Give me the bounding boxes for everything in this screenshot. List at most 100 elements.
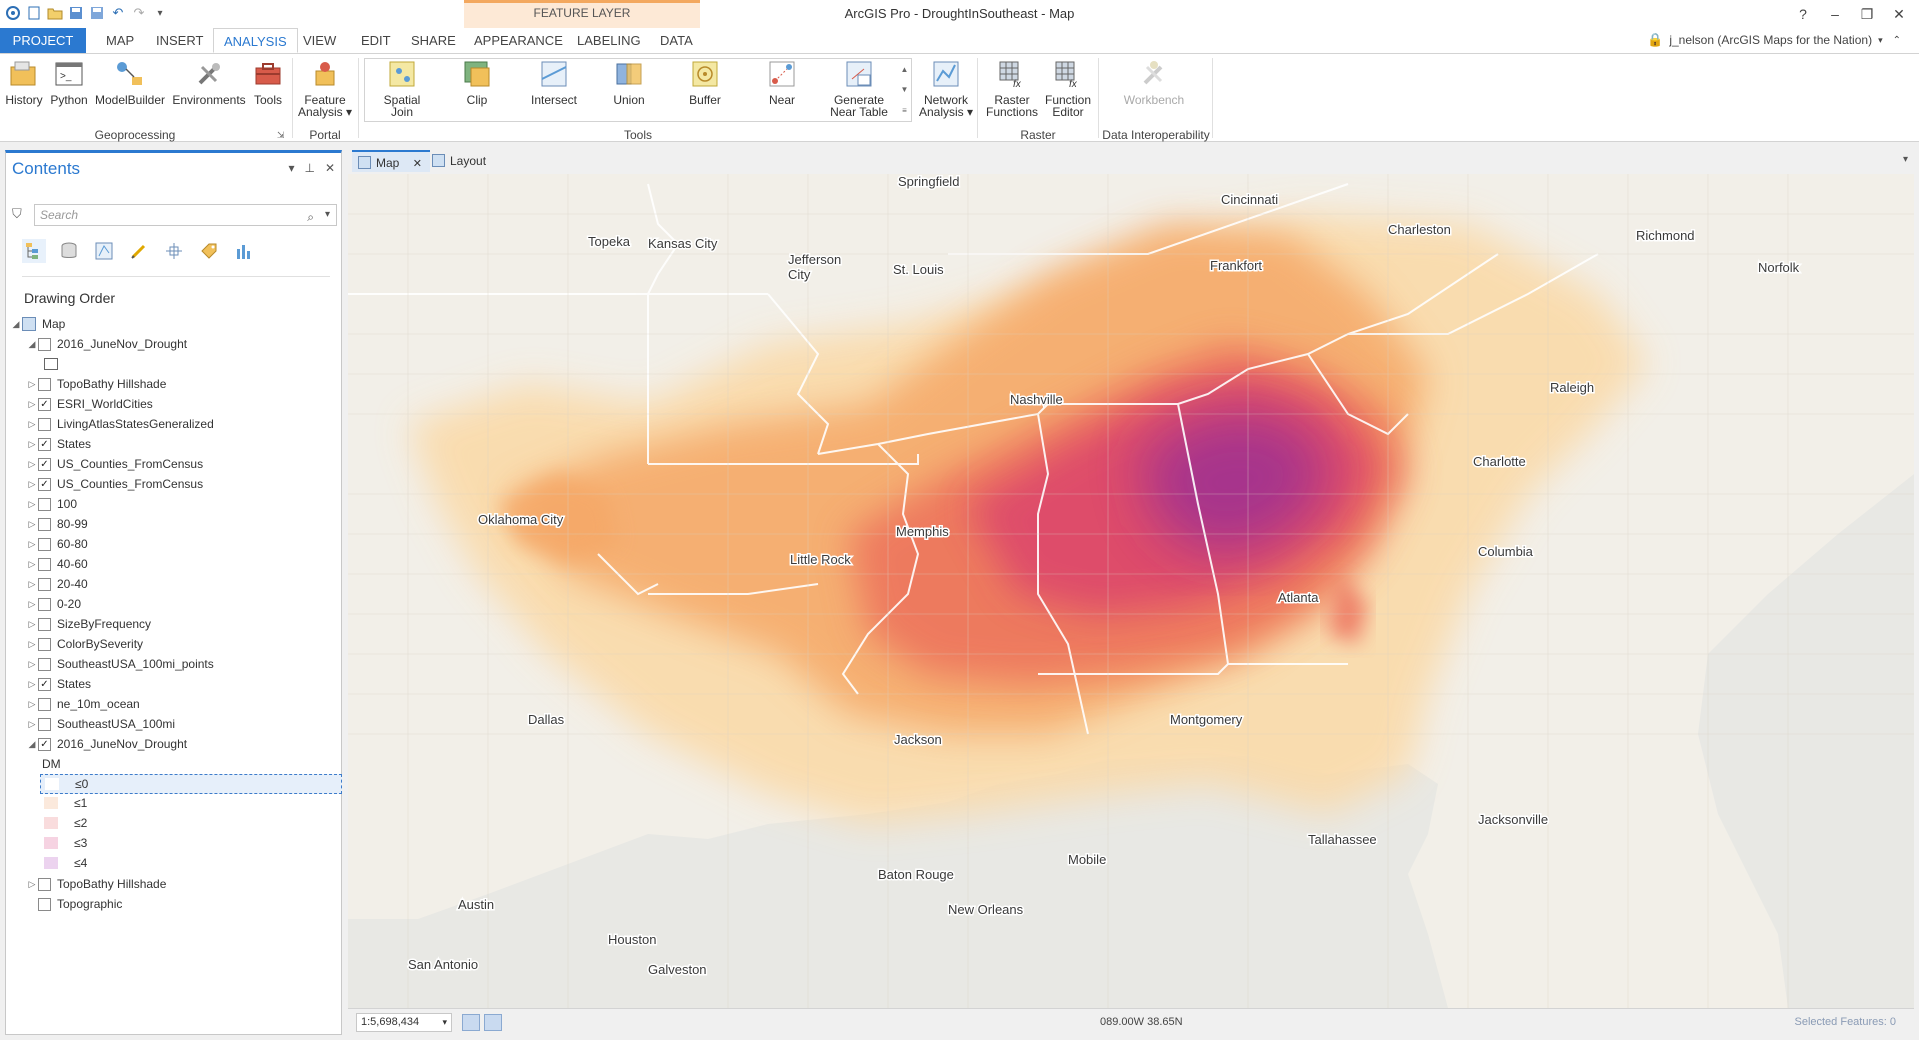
drawing-order-icon[interactable]	[22, 239, 46, 263]
feature-analysis-button[interactable]: Feature Analysis ▾	[296, 58, 354, 118]
layer-row[interactable]: ▷ 40-60	[26, 554, 88, 574]
union-button[interactable]: Union	[604, 58, 654, 106]
spatial-join-button[interactable]: Spatial Join	[374, 58, 430, 118]
city-label[interactable]: Austin	[457, 896, 496, 914]
layer-visibility-checkbox[interactable]	[38, 897, 51, 911]
selection-icon[interactable]	[92, 239, 116, 263]
layer-row[interactable]: ▷ 100	[26, 494, 78, 514]
legend-class-row[interactable]: ≤0	[40, 774, 342, 794]
expand-icon[interactable]: ▷	[26, 459, 38, 470]
city-label[interactable]: Charleston	[1387, 221, 1453, 239]
city-label[interactable]: Baton Rouge	[877, 866, 956, 884]
search-icon[interactable]: ⌕	[307, 207, 314, 227]
filter-icon[interactable]: ⛉	[12, 206, 22, 222]
layer-visibility-checkbox[interactable]	[38, 377, 51, 391]
pane-options-icon[interactable]: ▾	[288, 161, 294, 175]
layer-row[interactable]: ▷ TopoBathy Hillshade	[26, 874, 167, 894]
expand-icon[interactable]: ▷	[26, 619, 38, 630]
minimize-button[interactable]: –	[1819, 3, 1851, 25]
layer-row[interactable]: ▷ SoutheastUSA_100mi	[26, 714, 176, 734]
gallery-down-icon[interactable]: ▼	[901, 85, 909, 94]
collapse-icon[interactable]: ◢	[26, 339, 38, 350]
city-label[interactable]: City	[787, 266, 813, 284]
collapse-icon[interactable]: ◢	[26, 739, 38, 750]
layer-row[interactable]: ▷ SizeByFrequency	[26, 614, 152, 634]
search-dropdown-icon[interactable]: ▾	[325, 205, 330, 225]
city-label[interactable]: Springfield	[897, 174, 961, 191]
expand-icon[interactable]: ▷	[26, 479, 38, 490]
layer-row[interactable]: Topographic	[26, 894, 122, 914]
layer-row[interactable]: ▷ ✓ ESRI_WorldCities	[26, 394, 153, 414]
city-label[interactable]: Atlanta	[1277, 589, 1321, 607]
tab-insert[interactable]: INSERT	[146, 28, 213, 53]
python-button[interactable]: >_ Python	[48, 58, 90, 106]
city-label[interactable]: Norfolk	[1757, 259, 1802, 277]
city-label[interactable]: Topeka	[587, 233, 633, 251]
city-label[interactable]: Houston	[607, 931, 658, 949]
scale-selector[interactable]: 1:5,698,434 ▾	[356, 1013, 452, 1032]
city-label[interactable]: Raleigh	[1549, 379, 1596, 397]
tab-edit[interactable]: EDIT	[351, 28, 401, 53]
layer-visibility-checkbox[interactable]	[38, 337, 51, 351]
expand-icon[interactable]: ▷	[26, 679, 38, 690]
layer-visibility-checkbox[interactable]	[38, 877, 51, 891]
layer-row[interactable]: ▷ 80-99	[26, 514, 88, 534]
close-button[interactable]: ✕	[1883, 3, 1915, 25]
expand-icon[interactable]: ▷	[26, 599, 38, 610]
layer-row[interactable]: ▷ ✓ US_Counties_FromCensus	[26, 474, 204, 494]
save-icon[interactable]	[67, 4, 85, 22]
layer-row[interactable]: ▷ ColorBySeverity	[26, 634, 144, 654]
near-button[interactable]: Near	[757, 58, 807, 106]
legend-class-row[interactable]: ≤1	[40, 794, 87, 811]
layer-row[interactable]: ▷ 20-40	[26, 574, 88, 594]
dialog-launcher-icon[interactable]: ⇲	[277, 130, 285, 141]
tab-data[interactable]: DATA	[650, 28, 703, 53]
layer-visibility-checkbox[interactable]	[38, 717, 51, 731]
expand-icon[interactable]: ▷	[26, 499, 38, 510]
city-label[interactable]: Charlotte	[1472, 453, 1528, 471]
redo-icon[interactable]: ↷	[130, 4, 148, 22]
layer-row[interactable]: ◢ 2016_JuneNov_Drought	[26, 334, 188, 354]
close-pane-icon[interactable]: ✕	[325, 161, 335, 175]
legend-swatch[interactable]	[44, 796, 58, 809]
layer-row[interactable]: ▷ SoutheastUSA_100mi_points	[26, 654, 214, 674]
collapse-ribbon-icon[interactable]: ⌃	[1893, 35, 1901, 46]
layer-visibility-checkbox[interactable]: ✓	[38, 437, 51, 451]
layer-visibility-checkbox[interactable]	[38, 577, 51, 591]
intersect-button[interactable]: Intersect	[525, 58, 583, 106]
city-label[interactable]: Memphis	[895, 523, 951, 541]
layer-visibility-checkbox[interactable]: ✓	[38, 677, 51, 691]
city-label[interactable]: Jacksonville	[1477, 811, 1550, 829]
layer-row[interactable]: ▷ ✓ States	[26, 434, 92, 454]
layer-row[interactable]: ◢ ✓ 2016_JuneNov_Drought	[26, 734, 188, 754]
function-editor-button[interactable]: fx Function Editor	[1042, 58, 1094, 118]
layer-row[interactable]: ▷ TopoBathy Hillshade	[26, 374, 167, 394]
charts-icon[interactable]	[232, 239, 256, 263]
layer-visibility-checkbox[interactable]: ✓	[38, 397, 51, 411]
layer-visibility-checkbox[interactable]	[38, 517, 51, 531]
selected-features-count[interactable]: Selected Features: 0	[1794, 1016, 1896, 1028]
legend-swatch[interactable]	[45, 778, 59, 790]
view-list-dropdown-icon[interactable]: ▾	[1903, 154, 1908, 165]
layer-row[interactable]: ▷ ✓ US_Counties_FromCensus	[26, 454, 204, 474]
expand-icon[interactable]: ▷	[26, 699, 38, 710]
layer-visibility-checkbox[interactable]	[38, 497, 51, 511]
expand-icon[interactable]: ▷	[26, 519, 38, 530]
layer-row[interactable]: ▷ 60-80	[26, 534, 88, 554]
city-label[interactable]: Mobile	[1067, 851, 1108, 869]
map-node[interactable]: ◢ Map	[10, 314, 65, 334]
snapping-icon[interactable]	[162, 239, 186, 263]
generate-near-table-button[interactable]: Generate Near Table	[826, 58, 892, 118]
environments-button[interactable]: Environments	[170, 58, 248, 106]
city-label[interactable]: Nashville	[1009, 391, 1065, 409]
pin-icon[interactable]: ⊥	[304, 161, 314, 175]
legend-swatch[interactable]	[44, 836, 58, 849]
tab-project[interactable]: PROJECT	[0, 28, 86, 53]
expand-icon[interactable]: ▷	[26, 399, 38, 410]
city-label[interactable]: Oklahoma City	[477, 511, 566, 529]
city-label[interactable]: Jackson	[893, 731, 944, 749]
layer-visibility-checkbox[interactable]: ✓	[38, 477, 51, 491]
city-label[interactable]: St. Louis	[892, 261, 946, 279]
gallery-up-icon[interactable]: ▲	[901, 65, 909, 74]
search-input[interactable]: Search ⌕ ▾	[34, 204, 337, 226]
